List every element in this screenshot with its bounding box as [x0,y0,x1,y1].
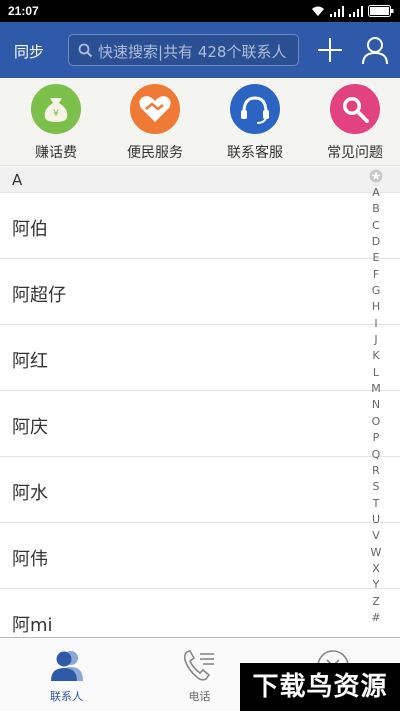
index-letter[interactable]: O [364,414,388,430]
index-letter[interactable]: # [364,610,388,626]
index-letter[interactable]: V [364,528,388,544]
index-letter[interactable]: L [364,365,388,381]
index-letter[interactable]: I [364,316,388,332]
index-letter[interactable]: S [364,479,388,495]
handshake-icon [130,84,180,134]
signal-icon [330,5,344,17]
magnifier-icon [330,84,380,134]
headset-icon [230,84,280,134]
index-letter[interactable]: P [364,430,388,446]
contacts-icon [50,651,83,681]
index-letter[interactable]: N [364,397,388,413]
index-letter[interactable]: A [364,185,388,201]
status-time: 21:07 [8,4,39,18]
contact-row[interactable]: 阿伯 [0,193,400,259]
nav-tab-contacts[interactable]: 联系人 [0,638,133,711]
index-letter[interactable]: K [364,348,388,364]
quick-action-services[interactable]: 便民服务 [115,84,195,164]
user-icon[interactable] [360,34,390,66]
index-letter[interactable]: G [364,283,388,299]
contact-row[interactable]: 阿庆 [0,391,400,457]
search-input[interactable]: 快速搜索|共有 428个联系人 [68,34,299,66]
contact-name: 阿红 [12,351,48,372]
watermark-logo: 下载鸟资源 [240,663,400,711]
top-header: 同步 快速搜索|共有 428个联系人 [0,22,400,78]
index-letter[interactable]: B [364,201,388,217]
contact-name: 阿水 [12,483,48,504]
star-icon[interactable] [369,169,383,183]
index-letter[interactable]: Q [364,447,388,463]
add-icon[interactable] [315,35,345,65]
quick-action-earn-credit[interactable]: ¥ 赚话费 [16,84,96,164]
money-bag-icon: ¥ [31,84,81,134]
index-letter[interactable]: D [364,234,388,250]
nav-label: 联系人 [50,690,83,703]
section-letter: A [12,171,23,189]
section-header: A [0,167,400,193]
wifi-icon [312,6,324,16]
quick-action-label: 联系客服 [227,145,283,161]
index-letter[interactable]: M [364,381,388,397]
sync-button[interactable]: 同步 [14,41,44,62]
search-icon [78,43,93,58]
quick-action-label: 赚话费 [35,145,77,161]
index-letter[interactable]: Y [364,577,388,593]
alphabet-index[interactable]: A B C D E F G H I J K L M N O P Q R S T U V W X Y Z # [364,169,388,631]
quick-action-support[interactable]: 联系客服 [215,84,295,164]
index-letter[interactable]: F [364,267,388,283]
index-letter[interactable]: R [364,463,388,479]
contact-name: 阿mi [12,615,53,636]
signal-icon-2 [349,5,363,17]
status-icons [311,3,394,19]
index-letter[interactable]: T [364,496,388,512]
quick-action-faq[interactable]: 常见问题 [315,84,395,164]
contact-name: 阿庆 [12,417,48,438]
status-bar: 21:07 [0,0,400,22]
quick-action-label: 便民服务 [127,145,183,161]
contact-name: 阿伯 [12,219,48,240]
index-letter[interactable]: U [364,512,388,528]
contact-name: 阿伟 [12,549,48,570]
index-letter[interactable]: H [364,299,388,315]
quick-actions: ¥ 赚话费 便民服务 联系客服 常见问题 [0,78,400,166]
contact-row[interactable]: 阿红 [0,325,400,391]
contact-row[interactable]: 阿伟 [0,523,400,589]
svg-text:¥: ¥ [53,109,59,119]
contact-row[interactable]: 阿mi [0,589,400,637]
quick-action-label: 常见问题 [327,145,383,161]
index-letter[interactable]: X [364,561,388,577]
contact-list: 阿伯 阿超仔 阿红 阿庆 阿水 阿伟 阿mi [0,193,400,637]
contact-name: 阿超仔 [12,285,66,306]
battery-icon [368,5,394,17]
contact-row[interactable]: 阿超仔 [0,259,400,325]
index-letter[interactable]: J [364,332,388,348]
index-letter[interactable]: Z [364,594,388,610]
index-letter[interactable]: W [364,545,388,561]
phone-icon [183,650,214,681]
index-letter[interactable]: E [364,250,388,266]
contact-row[interactable]: 阿水 [0,457,400,523]
search-placeholder: 快速搜索|共有 428个联系人 [98,43,287,61]
index-letter[interactable]: C [364,218,388,234]
